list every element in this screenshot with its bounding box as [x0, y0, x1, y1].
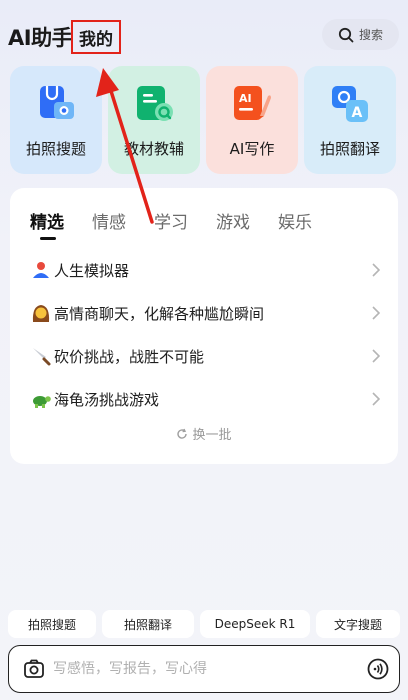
woman-icon — [32, 305, 50, 322]
list-item-text: 海龟汤挑战游戏 — [54, 390, 160, 409]
list-item-text: 高情商聊天，化解各种尴尬瞬间 — [54, 304, 265, 323]
tile-photo-search[interactable]: 拍照搜题 — [10, 66, 102, 174]
tab-mine[interactable]: 我的 — [71, 20, 121, 54]
chat-input-bar — [8, 645, 400, 693]
tile-label: 拍照搜题 — [25, 140, 86, 158]
svg-text:A: A — [352, 105, 363, 121]
svg-text:AI: AI — [239, 92, 252, 105]
tile-textbook[interactable]: 教材教辅 — [108, 66, 200, 174]
chip-text-search[interactable]: 文字搜题 — [316, 610, 400, 638]
feature-tiles: 拍照搜题 教材教辅 AI AI写作 A 拍照翻译 — [10, 66, 398, 174]
search-label: 搜索 — [358, 28, 383, 42]
photo-search-icon — [40, 86, 74, 119]
tab-study[interactable]: 学习 — [154, 208, 188, 233]
shortcut-chips: 拍照搜题 拍照翻译 DeepSeek R1 文字搜题 — [8, 610, 400, 638]
textbook-icon — [137, 86, 173, 121]
list-item-text: 砍价挑战，战胜不可能 — [54, 347, 205, 366]
tile-ai-writing[interactable]: AI AI写作 — [206, 66, 298, 174]
search-button[interactable]: 搜索 — [322, 19, 399, 50]
knife-icon — [33, 348, 51, 366]
chip-photo-translate[interactable]: 拍照翻译 — [102, 610, 194, 638]
tile-label: 拍照翻译 — [319, 140, 380, 158]
tab-entertainment[interactable]: 娱乐 — [278, 208, 312, 233]
list-item[interactable]: 高情商聊天，化解各种尴尬瞬间 — [10, 293, 398, 333]
chevron-right-icon — [372, 263, 380, 277]
list-item[interactable]: 人生模拟器 — [10, 250, 398, 290]
refresh-button[interactable]: 换一批 — [10, 424, 398, 443]
header: AI助手 我的 搜索 — [0, 0, 408, 66]
tile-photo-translate[interactable]: A 拍照翻译 — [304, 66, 396, 174]
turtle-icon — [33, 396, 51, 408]
refresh-label: 换一批 — [192, 428, 232, 443]
tab-games[interactable]: 游戏 — [216, 208, 250, 233]
camera-icon[interactable] — [23, 658, 45, 680]
recommend-card: 精选 情感 学习 游戏 娱乐 人生模拟器 高情商聊天，化解各种尴尬瞬间 砍价挑战… — [10, 188, 398, 464]
tab-featured[interactable]: 精选 — [30, 208, 64, 233]
chevron-right-icon — [372, 306, 380, 320]
search-icon — [338, 27, 354, 42]
chip-deepseek[interactable]: DeepSeek R1 — [200, 610, 310, 638]
chip-photo-search[interactable]: 拍照搜题 — [8, 610, 96, 638]
list-item[interactable]: 砍价挑战，战胜不可能 — [10, 336, 398, 376]
ai-writing-icon: AI — [234, 86, 271, 120]
tile-label: 教材教辅 — [123, 140, 184, 158]
active-tab-indicator — [40, 237, 56, 240]
category-tabs: 精选 情感 学习 游戏 娱乐 — [30, 208, 390, 238]
refresh-icon — [177, 428, 188, 439]
list-item-text: 人生模拟器 — [54, 261, 130, 280]
chevron-right-icon — [372, 349, 380, 363]
voice-icon[interactable] — [367, 658, 389, 680]
tab-emotion[interactable]: 情感 — [92, 208, 126, 233]
photo-translate-icon: A — [332, 86, 368, 122]
app-title: AI助手 — [8, 26, 73, 50]
chat-input[interactable] — [53, 658, 343, 680]
tile-label: AI写作 — [229, 140, 275, 158]
person-icon — [33, 262, 49, 278]
chevron-right-icon — [372, 392, 380, 406]
list-item[interactable]: 海龟汤挑战游戏 — [10, 379, 398, 419]
